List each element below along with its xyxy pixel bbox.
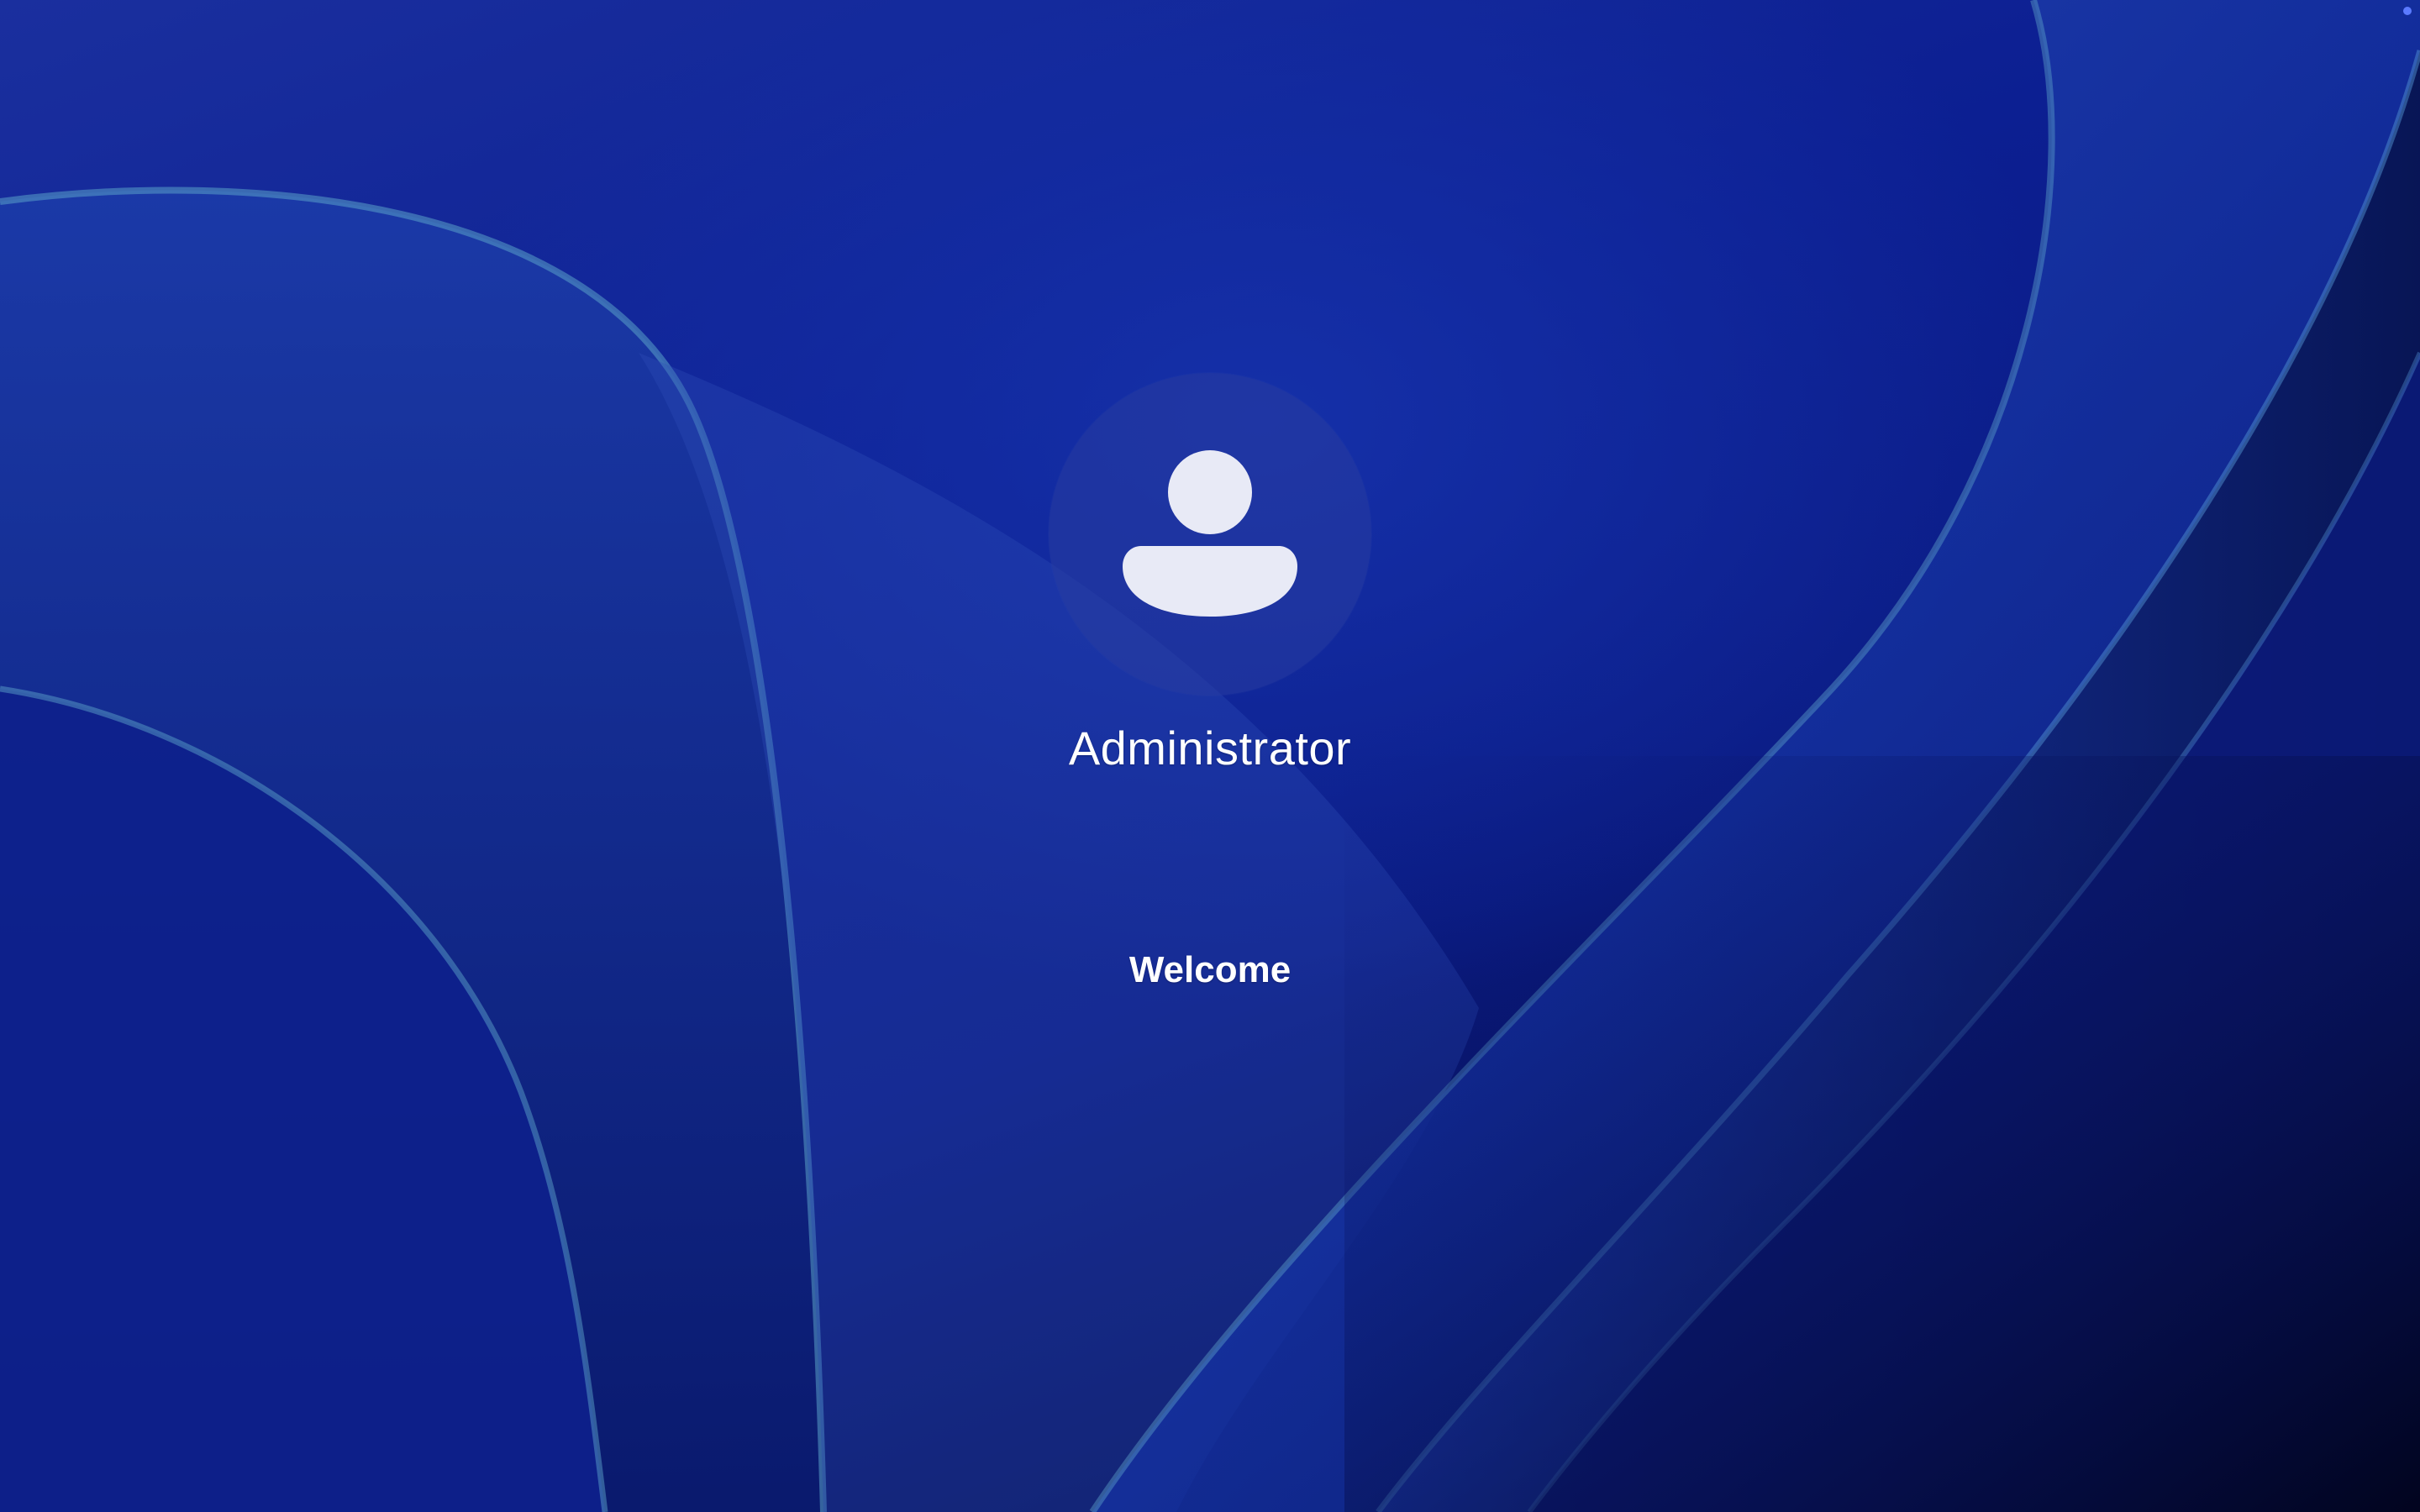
user-avatar[interactable] <box>1049 373 1371 696</box>
user-silhouette-icon <box>1123 450 1297 617</box>
user-name: Administrator <box>1068 722 1352 774</box>
welcome-message: Welcome <box>1128 949 1292 990</box>
login-panel: Administrator Welcome <box>0 0 2420 1512</box>
lock-screen: Administrator Welcome <box>0 0 2420 1512</box>
